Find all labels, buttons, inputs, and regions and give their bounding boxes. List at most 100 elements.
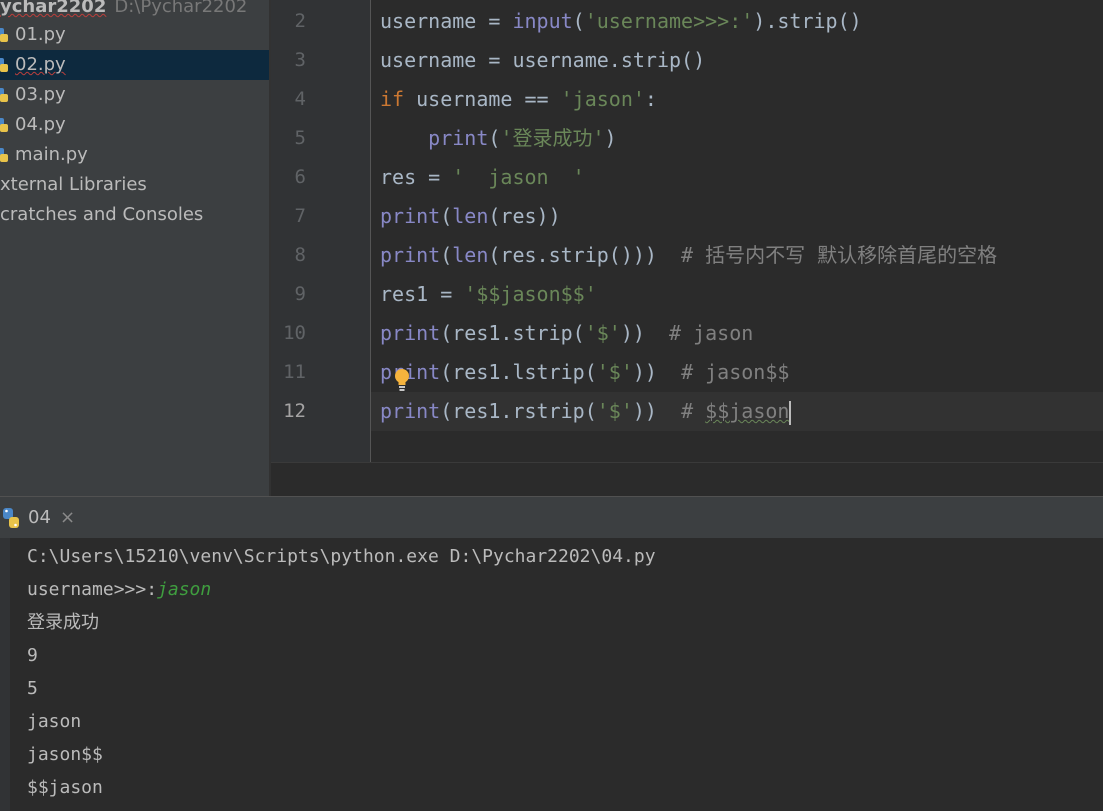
console-line: 登录成功 — [27, 606, 99, 639]
project-file-main-py[interactable]: main.py — [0, 140, 269, 170]
code-token: # jason$$ — [681, 360, 790, 384]
run-console[interactable]: C:\Users\15210\venv\Scripts\python.exe D… — [0, 538, 1103, 811]
line-number: 10 — [283, 322, 306, 344]
code-line[interactable]: print(res1.strip('$')) # jason — [380, 314, 753, 353]
line-number: 12 — [283, 400, 306, 422]
code-token: if — [380, 87, 417, 111]
project-file-02-py[interactable]: 02.py — [0, 50, 269, 80]
console-output-text: jason — [27, 711, 82, 732]
project-file-01-py[interactable]: 01.py — [0, 20, 269, 50]
console-line: C:\Users\15210\venv\Scripts\python.exe D… — [27, 540, 656, 573]
line-number: 2 — [294, 10, 306, 32]
code-token: )) — [632, 360, 682, 384]
console-line: 5 — [27, 672, 38, 705]
console-output-text: $$jason — [27, 777, 103, 798]
python-icon — [3, 508, 19, 528]
python-file-icon — [0, 58, 8, 72]
console-output-text: 9 — [27, 645, 38, 666]
text-caret — [789, 400, 792, 425]
code-token: (res1.lstrip( — [440, 360, 597, 384]
python-file-icon — [0, 148, 8, 162]
code-line[interactable]: print(res1.lstrip('$')) # jason$$ — [380, 353, 789, 392]
code-line[interactable]: username = username.strip() — [380, 41, 705, 80]
file-label: 02.py — [15, 54, 66, 75]
console-output-text: username>>>: — [27, 579, 158, 600]
scratches-node[interactable]: cratches and Consoles — [0, 200, 269, 230]
code-token: (res.strip())) — [488, 243, 682, 267]
code-line[interactable]: print(len(res.strip())) # 括号内不写 默认移除首尾的空… — [380, 236, 997, 275]
console-output-text: 5 — [27, 678, 38, 699]
code-token: print — [380, 243, 441, 267]
console-output-text: jason$$ — [27, 744, 103, 765]
code-token: # jason — [669, 321, 754, 345]
console-line: jason — [27, 705, 81, 738]
code-line[interactable]: print('登录成功') — [380, 119, 617, 158]
file-label: 01.py — [15, 24, 66, 45]
console-output-text: 登录成功 — [27, 612, 99, 633]
close-icon[interactable]: × — [60, 497, 75, 539]
code-token: print — [380, 321, 441, 345]
code-line[interactable]: if username == 'jason': — [380, 80, 657, 119]
scratches-label: cratches and Consoles — [0, 204, 204, 225]
external-libraries-label: xternal Libraries — [0, 174, 147, 195]
console-line: jason$$ — [27, 738, 103, 771]
code-token: : — [644, 87, 657, 111]
python-file-icon — [0, 28, 8, 42]
code-token: username = — [380, 9, 513, 33]
code-token: ' jason ' — [452, 165, 585, 189]
code-line[interactable]: res = ' jason ' — [380, 158, 585, 197]
line-number: 5 — [294, 127, 306, 149]
code-token: ( — [488, 126, 501, 150]
code-token: ( — [440, 243, 453, 267]
code-token: )) — [620, 321, 670, 345]
console-line: 9 — [27, 639, 38, 672]
code-token: ) — [604, 126, 617, 150]
project-file-03-py[interactable]: 03.py — [0, 80, 269, 110]
code-token: '登录成功' — [500, 126, 605, 150]
run-tab[interactable]: 04 × — [0, 497, 90, 539]
console-user-input: jason — [157, 579, 212, 600]
console-line: $$jason — [27, 771, 103, 804]
console-gutter — [0, 538, 10, 811]
code-token: len — [452, 243, 489, 267]
code-token: (res1.strip( — [440, 321, 585, 345]
line-number: 11 — [283, 361, 306, 383]
code-token: '$' — [584, 321, 621, 345]
code-line[interactable]: res1 = '$$jason$$' — [380, 275, 597, 314]
python-file-icon — [0, 88, 8, 102]
python-file-icon — [0, 118, 8, 132]
console-line: username>>>:jason — [27, 573, 211, 606]
code-token: (res1.rstrip( — [440, 399, 597, 423]
code-token: ( — [572, 9, 585, 33]
code-token: username = username.strip() — [380, 48, 706, 72]
lightbulb-icon[interactable] — [393, 367, 411, 391]
project-root[interactable]: ychar2202 D:\Pychar2202 — [0, 0, 269, 22]
code-token: username == — [416, 87, 561, 111]
file-label: 04.py — [15, 114, 66, 135]
code-line[interactable]: print(len(res)) — [380, 197, 561, 236]
code-token: (res)) — [488, 204, 561, 228]
code-token: input — [512, 9, 573, 33]
code-editor[interactable]: 2 3 4 5 6 7 8 9 10 11 12 username = input('usernam… — [271, 0, 1103, 497]
code-token: '$' — [596, 399, 633, 423]
project-root-name: ychar2202 — [0, 0, 107, 17]
line-number: 4 — [294, 88, 306, 110]
code-token: res = — [380, 165, 453, 189]
code-token: res1 = — [380, 282, 465, 306]
code-token: $$jason — [705, 399, 790, 423]
line-number: 9 — [294, 283, 306, 305]
code-token: )) — [632, 399, 682, 423]
code-token: print — [380, 204, 441, 228]
file-label: 03.py — [15, 84, 66, 105]
external-libraries-node[interactable]: xternal Libraries — [0, 170, 269, 200]
code-line[interactable]: print(res1.rstrip('$')) # $$jason — [380, 392, 792, 431]
editor-scroll-area[interactable] — [271, 462, 1103, 497]
line-number: 8 — [294, 244, 306, 266]
file-label: main.py — [15, 144, 88, 165]
code-token: ).strip() — [753, 9, 862, 33]
code-token: ( — [440, 204, 453, 228]
project-file-04-py[interactable]: 04.py — [0, 110, 269, 140]
code-line[interactable]: username = input('username>>>:').strip() — [380, 2, 862, 41]
code-token: # — [681, 399, 706, 423]
run-toolwindow-header: 04 × — [0, 496, 1103, 538]
